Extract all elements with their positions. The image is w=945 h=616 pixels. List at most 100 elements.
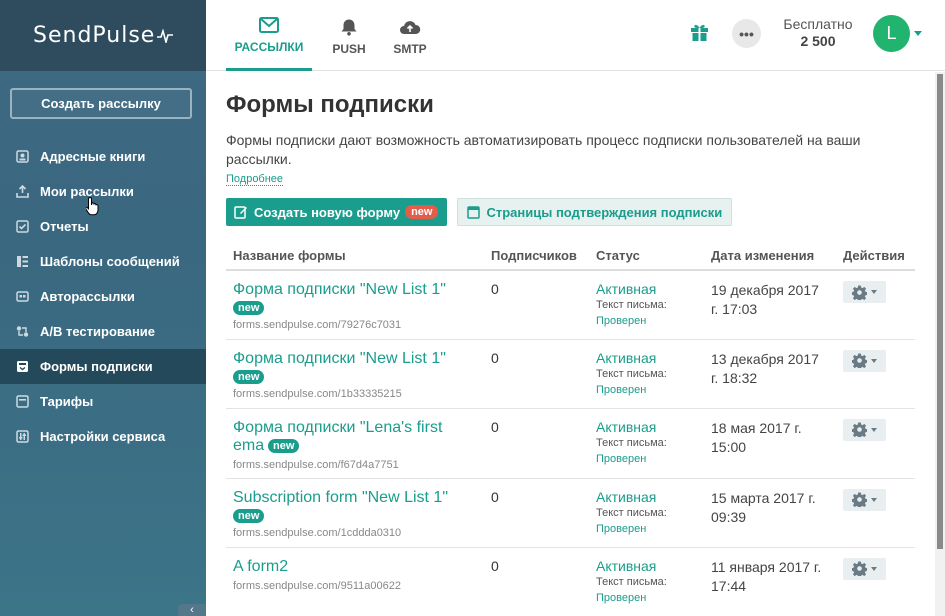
form-url: forms.sendpulse.com/1cddda0310 (233, 526, 402, 539)
column-header-status[interactable]: Статус (589, 246, 704, 271)
form-name-link[interactable]: Форма подписки "New List 1" (233, 350, 446, 367)
tab-smtp[interactable]: SMTP (386, 0, 434, 71)
pulse-icon (157, 28, 174, 43)
subscribers-cell: 0 (484, 547, 589, 616)
row-actions-button[interactable] (843, 349, 886, 372)
topbar: РАССЫЛКИ PUSH SMTP ••• Бесплатно 2 500 L (206, 0, 945, 71)
learn-more-link[interactable]: Подробнее (226, 173, 284, 186)
gear-icon (852, 285, 867, 300)
status-text: Активная (596, 281, 657, 297)
subscribers-cell: 0 (484, 339, 589, 409)
sidebar-item-settings[interactable]: Настройки сервиса (0, 419, 206, 454)
sidebar-nav: Адресные книги Мои рассылки Отчеты Шабло… (0, 139, 206, 454)
actions-cell (836, 547, 915, 616)
email-text-label: Текст письма: (596, 367, 667, 380)
table-row: A form2 forms.sendpulse.com/9511a00622 0… (226, 547, 915, 616)
email-check-status: Проверен (596, 522, 647, 535)
chevron-down-icon[interactable] (914, 31, 922, 36)
tab-label: PUSH (332, 41, 366, 56)
row-actions-button[interactable] (843, 488, 886, 511)
status-cell: Активная Текст письма: Проверен (589, 339, 704, 409)
column-header-subscribers[interactable]: Подписчиков (484, 246, 589, 271)
column-header-name[interactable]: Название формы (226, 246, 484, 271)
new-badge: new (405, 205, 439, 219)
sidebar-item-autoresponders[interactable]: Авторассылки (0, 279, 206, 314)
create-form-button[interactable]: Создать новую форму new (226, 198, 448, 226)
page-description: Формы подписки дают возможность автомати… (226, 132, 861, 167)
date-cell: 15 марта 2017 г. 09:39 (704, 478, 836, 548)
sidebar-item-label: Тарифы (40, 394, 94, 409)
row-actions-button[interactable] (843, 418, 886, 441)
upload-icon (15, 185, 29, 199)
chevron-down-icon (871, 427, 877, 432)
sidebar-item-my-campaigns[interactable]: Мои рассылки (0, 174, 206, 209)
tab-push[interactable]: PUSH (324, 0, 374, 71)
email-text-label: Текст письма: (596, 575, 667, 588)
new-tag: new (233, 301, 265, 316)
sidebar-item-pricing[interactable]: Тарифы (0, 384, 206, 419)
sidebar-item-address-books[interactable]: Адресные книги (0, 139, 206, 174)
tab-campaigns[interactable]: РАССЫЛКИ (226, 0, 312, 71)
chevron-down-icon (871, 566, 877, 571)
form-name-link[interactable]: Форма подписки "Lena's first ema (233, 419, 442, 454)
date-cell: 13 декабря 2017 г. 18:32 (704, 339, 836, 409)
autoresponder-icon (15, 290, 29, 304)
form-icon (15, 360, 29, 374)
status-cell: Активная Текст письма: Проверен (589, 547, 704, 616)
plan-name: Бесплатно (783, 16, 853, 32)
logo-text: SendPulse (33, 23, 156, 48)
logo[interactable]: SendPulse (33, 23, 174, 48)
sidebar-item-templates[interactable]: Шаблоны сообщений (0, 244, 206, 279)
new-tag: new (233, 508, 265, 523)
row-actions-button[interactable] (843, 557, 886, 580)
create-form-label: Создать новую форму (254, 204, 401, 220)
new-tag: new (233, 369, 265, 384)
gift-icon[interactable] (690, 22, 709, 47)
create-campaign-button[interactable]: Создать рассылку (10, 88, 192, 119)
email-check-status: Проверен (596, 383, 647, 396)
sidebar-item-subscription-forms[interactable]: Формы подписки (0, 349, 206, 384)
page-title: Формы подписки (226, 91, 434, 118)
sidebar-item-ab-testing[interactable]: A/B тестирование (0, 314, 206, 349)
form-name-link[interactable]: Форма подписки "New List 1" (233, 281, 446, 298)
sidebar-item-reports[interactable]: Отчеты (0, 209, 206, 244)
logo-bar: SendPulse (0, 0, 206, 71)
sidebar-item-label: A/B тестирование (40, 324, 156, 339)
checkbox-icon (15, 220, 29, 234)
date-cell: 18 мая 2017 г. 15:00 (704, 408, 836, 479)
forms-table: Название формы Подписчиков Статус Дата и… (226, 246, 915, 616)
email-check-status: Проверен (596, 452, 647, 465)
gear-icon (852, 492, 867, 507)
tab-label: SMTP (393, 41, 427, 56)
form-name-cell: Форма подписки "New List 1" new forms.se… (226, 270, 484, 340)
form-name-link[interactable]: Subscription form "New List 1" (233, 489, 448, 506)
collapse-sidebar-button[interactable]: ‹ (178, 604, 206, 616)
email-icon (259, 14, 279, 36)
status-text: Активная (596, 488, 657, 505)
main-content: Формы подписки Формы подписки дают возмо… (226, 71, 926, 616)
ab-test-icon (15, 325, 29, 339)
status-text: Активная (596, 557, 657, 574)
column-header-date: Дата изменения (704, 246, 836, 271)
confirmation-pages-button[interactable]: Страницы подтверждения подписки (457, 198, 733, 226)
form-url: forms.sendpulse.com/f67d4a7751 (233, 458, 399, 471)
column-header-actions: Действия (836, 246, 915, 271)
email-check-status: Проверен (596, 315, 647, 327)
form-name-link[interactable]: A form2 (233, 558, 288, 575)
avatar[interactable]: L (873, 15, 910, 52)
actions-bar: Создать новую форму new Страницы подтвер… (226, 198, 926, 226)
email-text-label: Текст письма: (596, 506, 667, 519)
plan-info[interactable]: Бесплатно 2 500 (776, 16, 860, 50)
gear-icon (852, 561, 867, 576)
date-cell: 19 декабря 2017 г. 17:03 (704, 270, 836, 340)
templates-icon (15, 255, 29, 269)
scrollbar-thumb[interactable] (937, 74, 943, 549)
sidebar-item-label: Настройки сервиса (40, 429, 166, 444)
more-options-button[interactable]: ••• (732, 19, 761, 48)
scrollbar[interactable] (935, 72, 945, 616)
cloud-upload-icon (399, 16, 421, 38)
sidebar: SendPulse Создать рассылку Адресные книг… (0, 0, 206, 616)
confirmation-pages-label: Страницы подтверждения подписки (486, 204, 723, 220)
row-actions-button[interactable] (843, 281, 886, 303)
form-name-cell: Форма подписки "Lena's first ema new for… (226, 408, 484, 479)
